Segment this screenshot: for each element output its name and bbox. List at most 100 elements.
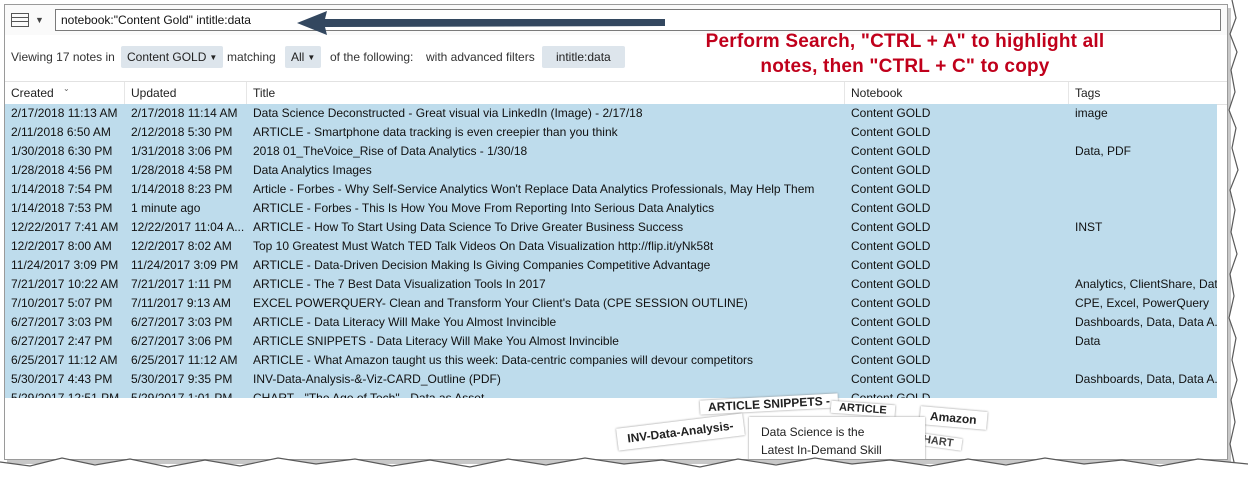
note-row[interactable]: 11/24/2017 3:09 PM 11/24/2017 3:09 PM ARTI… [5, 256, 1217, 276]
snippet-card: ARTICLE [830, 400, 896, 418]
cell-title: ARTICLE - Data-Driven Decision Making Is… [253, 258, 711, 272]
note-row[interactable]: 12/2/2017 8:00 AM 12/2/2017 8:02 AM Top 10… [5, 237, 1217, 257]
cell-title: Article - Forbes - Why Self-Service Anal… [253, 182, 815, 196]
note-row[interactable]: 6/27/2017 2:47 PM 6/27/2017 3:06 PM ARTICL… [5, 332, 1217, 352]
snippet-card: Amazon [919, 406, 988, 430]
column-header-updated[interactable]: Updated [125, 82, 247, 104]
cell-notebook: Content GOLD [851, 296, 931, 310]
torn-edge-decoration [1228, 0, 1248, 485]
cell-created: 6/25/2017 11:12 AM [11, 353, 118, 367]
cell-notebook: Content GOLD [851, 353, 931, 367]
cell-notebook: Content GOLD [851, 258, 931, 272]
cell-notebook: Content GOLD [851, 277, 931, 291]
notebook-filter-dropdown[interactable]: Content GOLD ▼ [121, 46, 224, 68]
column-header-tags[interactable]: Tags [1069, 82, 1227, 104]
cell-tags [1069, 199, 1217, 218]
note-row[interactable]: 2/17/2018 11:13 AM 2/17/2018 11:14 AM Data… [5, 104, 1217, 124]
cell-title: INV-Data-Analysis-&-Viz-CARD_Outline (PD… [253, 372, 501, 386]
cell-updated: 6/27/2017 3:06 PM [131, 334, 233, 348]
cell-updated: 2/12/2018 5:30 PM [131, 125, 233, 139]
cell-tags [1069, 180, 1217, 199]
cell-tags [1069, 237, 1217, 256]
note-row[interactable]: 5/29/2017 12:51 PM 5/29/2017 1:01 PM CHART… [5, 389, 1217, 398]
cell-created: 1/28/2018 4:56 PM [11, 163, 113, 177]
cell-title: ARTICLE - What Amazon taught us this wee… [253, 353, 753, 367]
note-row[interactable]: 1/30/2018 6:30 PM 1/31/2018 3:06 PM 2018 0… [5, 142, 1217, 162]
cell-notebook: Content GOLD [851, 182, 931, 196]
cell-created: 6/27/2017 2:47 PM [11, 334, 113, 348]
cell-notebook: Content GOLD [851, 391, 931, 398]
cell-notebook: Content GOLD [851, 334, 931, 348]
cell-notebook: Content GOLD [851, 239, 931, 253]
cell-updated: 12/2/2017 8:02 AM [131, 239, 232, 253]
cell-created: 12/2/2017 8:00 AM [11, 239, 112, 253]
note-row[interactable]: 5/30/2017 4:43 PM 5/30/2017 9:35 PM INV-Da… [5, 370, 1217, 390]
note-row[interactable]: 6/25/2017 11:12 AM 6/25/2017 11:12 AM ARTI… [5, 351, 1217, 371]
cell-updated: 1/31/2018 3:06 PM [131, 144, 233, 158]
cell-updated: 11/24/2017 3:09 PM [131, 258, 239, 272]
note-row[interactable]: 7/10/2017 5:07 PM 7/11/2017 9:13 AM EXCEL … [5, 294, 1217, 314]
cell-tags [1069, 123, 1217, 142]
torn-edge-bottom-decoration [0, 457, 1248, 485]
matching-label: matching [227, 50, 276, 64]
note-row[interactable]: 7/21/2017 10:22 AM 7/21/2017 1:11 PM ARTIC… [5, 275, 1217, 295]
list-view-icon [11, 13, 29, 27]
cell-notebook: Content GOLD [851, 125, 931, 139]
cell-created: 5/30/2017 4:43 PM [11, 372, 113, 386]
cell-created: 1/14/2018 7:54 PM [11, 182, 113, 196]
cell-tags: Dashboards, Data, Data A... [1075, 315, 1217, 329]
cell-updated: 6/27/2017 3:03 PM [131, 315, 233, 329]
cell-title: ARTICLE - Data Literacy Will Make You Al… [253, 315, 557, 329]
cell-tags [1069, 351, 1217, 370]
annotation-line-1: Perform Search, "CTRL + A" to highlight … [705, 31, 1105, 52]
cell-title: ARTICLE - Forbes - This Is How You Move … [253, 201, 715, 215]
cell-title: ARTICLE SNIPPETS - Data Literacy Will Ma… [253, 334, 619, 348]
cell-updated: 7/21/2017 1:11 PM [131, 277, 232, 291]
cell-tags [1069, 161, 1217, 180]
evernote-window: ▼ notebook:"Content Gold" intitle:data V… [4, 4, 1228, 460]
column-header-created-label: Created [11, 86, 54, 100]
cell-updated: 1 minute ago [131, 201, 201, 215]
sort-descending-icon: ⌄ [63, 84, 70, 93]
advanced-filter-chip[interactable]: intitle:data [542, 46, 625, 68]
note-row[interactable]: 6/27/2017 3:03 PM 6/27/2017 3:03 PM ARTICL… [5, 313, 1217, 333]
cell-created: 5/29/2017 12:51 PM [11, 391, 120, 398]
cell-tags: CPE, Excel, PowerQuery [1075, 296, 1210, 310]
cell-created: 1/30/2018 6:30 PM [11, 144, 113, 158]
note-row[interactable]: 1/14/2018 7:53 PM 1 minute ago ARTICLE - F… [5, 199, 1217, 219]
cell-created: 7/10/2017 5:07 PM [11, 296, 113, 310]
cell-tags [1069, 389, 1217, 398]
column-header-title[interactable]: Title [247, 82, 845, 104]
cell-notebook: Content GOLD [851, 163, 931, 177]
cell-title: CHART - "The Age of Tech" - Data as Asse… [253, 391, 485, 398]
note-row[interactable]: 1/14/2018 7:54 PM 1/14/2018 8:23 PM Articl… [5, 180, 1217, 200]
of-following-label: of the following: [330, 50, 414, 64]
column-header-created[interactable]: Created ⌄ [5, 82, 125, 104]
view-options-button[interactable]: ▼ [9, 11, 45, 29]
cell-updated: 1/14/2018 8:23 PM [131, 182, 233, 196]
cell-tags: Dashboards, Data, Data A... [1075, 372, 1217, 386]
note-row[interactable]: 1/28/2018 4:56 PM 1/28/2018 4:58 PM Data A… [5, 161, 1217, 181]
cell-created: 6/27/2017 3:03 PM [11, 315, 113, 329]
cell-updated: 5/29/2017 1:01 PM [131, 391, 233, 398]
cell-notebook: Content GOLD [851, 372, 931, 386]
note-row[interactable]: 2/11/2018 6:50 AM 2/12/2018 5:30 PM ARTICL… [5, 123, 1217, 143]
cell-title: EXCEL POWERQUERY- Clean and Transform Yo… [253, 296, 748, 310]
annotation-line-2: notes, then "CTRL + C" to copy [760, 56, 1050, 77]
column-header-notebook[interactable]: Notebook [845, 82, 1069, 104]
chevron-down-icon: ▼ [307, 53, 316, 62]
viewing-count-label: Viewing 17 notes in [11, 50, 115, 64]
cell-tags: image [1075, 106, 1108, 120]
chevron-down-icon: ▼ [209, 53, 218, 62]
cell-tags: Analytics, ClientShare, Dat... [1075, 277, 1217, 291]
cell-title: ARTICLE - Smartphone data tracking is ev… [253, 125, 618, 139]
cell-title: Top 10 Greatest Must Watch TED Talk Vide… [253, 239, 714, 253]
cell-tags: Data [1075, 334, 1101, 348]
cell-notebook: Content GOLD [851, 201, 931, 215]
cell-notebook: Content GOLD [851, 220, 931, 234]
cell-title: 2018 01_TheVoice_Rise of Data Analytics … [253, 144, 528, 158]
note-row[interactable]: 12/22/2017 7:41 AM 12/22/2017 11:04 A... A… [5, 218, 1217, 238]
cell-created: 12/22/2017 7:41 AM [11, 220, 119, 234]
cell-tags [1069, 256, 1217, 275]
match-mode-dropdown[interactable]: All ▼ [285, 46, 322, 68]
